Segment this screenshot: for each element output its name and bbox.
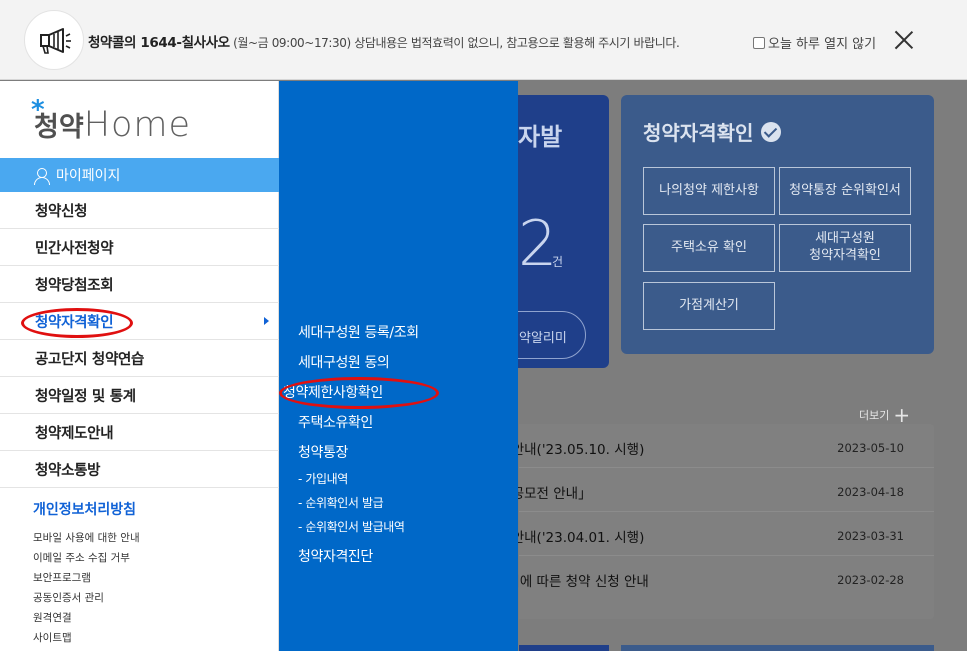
submenu-rank-issue-history[interactable]: - 순위확인서 발급내역	[298, 518, 405, 535]
check-circle-icon	[761, 121, 782, 142]
site-logo[interactable]: 청약Home	[31, 95, 192, 145]
close-icon[interactable]	[894, 30, 914, 50]
submenu-eligibility-diagnosis[interactable]: 청약자격진단	[298, 546, 373, 566]
bottom-card-right	[621, 645, 934, 651]
sidebar-item-private-presale[interactable]: 민간사전청약	[0, 229, 279, 266]
footer-link-security[interactable]: 보안프로그램	[33, 568, 140, 588]
mypage-button[interactable]: 마이페이지	[0, 158, 279, 192]
card1-unit: 건	[552, 255, 564, 269]
notice-phone: 1644-칠사사오	[140, 35, 230, 51]
highlight-ring-restriction	[279, 377, 439, 409]
restriction-check-button[interactable]: 나의청약 제한사항	[643, 167, 775, 215]
score-calculator-button[interactable]: 가점계산기	[643, 282, 775, 330]
main-menu: 청약신청 민간사전청약 청약당첨조회 청약자격확인 공고단지 청약연습 청약일정…	[0, 192, 279, 488]
eligibility-submenu: 세대구성원 등록/조회 세대구성원 동의 청약제한사항확인 주택소유확인 청약통…	[279, 81, 518, 651]
bottom-card-left	[519, 645, 609, 651]
subscription-card: 자발 2 건 약알리미	[488, 95, 609, 368]
news-date: 2023-04-18	[837, 485, 904, 499]
notice-hours: (월~금 09:00~17:30)	[229, 36, 351, 50]
footer-link-mobile[interactable]: 모바일 사용에 대한 안내	[33, 528, 140, 548]
more-link[interactable]: 더보기	[859, 400, 906, 424]
sidebar-item-system-guide[interactable]: 청약제도안내	[0, 414, 279, 451]
logo-english: Home	[83, 105, 192, 145]
footer-link-email[interactable]: 이메일 주소 수집 거부	[33, 548, 140, 568]
sidebar-item-practice[interactable]: 공고단지 청약연습	[0, 340, 279, 377]
eligibility-card: 청약자격확인 나의청약 제한사항 청약통장 순위확인서 주택소유 확인 세대구성…	[621, 95, 934, 354]
sidebar-item-communication[interactable]: 청약소통방	[0, 451, 279, 488]
eligibility-title-text: 청약자격확인	[643, 121, 754, 145]
eligibility-card-title: 청약자격확인	[643, 117, 782, 146]
dont-show-today[interactable]: 오늘 하루 열지 않기	[753, 33, 876, 52]
caret-right-icon	[264, 317, 269, 325]
submenu-household-consent[interactable]: 세대구성원 동의	[298, 352, 390, 372]
footer-links: 모바일 사용에 대한 안내 이메일 주소 수집 거부 보안프로그램 공동인증서 …	[33, 528, 140, 648]
footer-link-remote[interactable]: 원격연결	[33, 608, 140, 628]
sidebar-item-schedule-stats[interactable]: 청약일정 및 통계	[0, 377, 279, 414]
highlight-ring-eligibility	[21, 308, 133, 338]
news-date: 2023-03-31	[837, 529, 904, 543]
notice-prefix: 청약콜의	[88, 35, 141, 51]
notice-suffix: 상담내용은 법적효력이 없으니, 참고용으로 활용해 주시기 바랍니다.	[350, 36, 680, 50]
mypage-label: 마이페이지	[56, 168, 121, 184]
rank-certificate-button[interactable]: 청약통장 순위확인서	[779, 167, 911, 215]
submenu-house-ownership[interactable]: 주택소유확인	[298, 412, 373, 432]
logo-korean: 청약	[31, 95, 84, 144]
person-icon	[34, 168, 50, 185]
alert-button-label: 약알리미	[519, 331, 567, 346]
submenu-rank-issue[interactable]: - 순위확인서 발급	[298, 494, 384, 511]
news-date: 2023-05-10	[837, 441, 904, 455]
sidebar-item-winner-check[interactable]: 청약당첨조회	[0, 266, 279, 303]
dont-show-label: 오늘 하루 열지 않기	[768, 37, 877, 52]
notice-list: 항 안내('23.05.10. 시행) 2023-05-10 링 공모전 안내」 2…	[495, 424, 934, 619]
submenu-household-register[interactable]: 세대구성원 등록/조회	[298, 322, 419, 342]
footer-link-certificate[interactable]: 공동인증서 관리	[33, 588, 140, 608]
card1-title: 자발	[518, 123, 563, 151]
submenu-enrollment-history[interactable]: - 가입내역	[298, 470, 348, 487]
background-page: 자발 2 건 약알리미 청약자격확인 나의청약 제한사항 청약통장 순위확인서 …	[488, 81, 967, 651]
submenu-savings-account[interactable]: 청약통장	[298, 442, 348, 462]
notice-text: 청약콜의 1644-칠사사오 (월~금 09:00~17:30) 상담내용은 법…	[88, 31, 680, 51]
list-item[interactable]: 항 안내('23.04.01. 시행) 2023-03-31	[495, 512, 934, 556]
house-ownership-button[interactable]: 주택소유 확인	[643, 224, 775, 272]
dont-show-checkbox[interactable]	[753, 36, 765, 49]
list-item[interactable]: 폐지에 따른 청약 신청 안내 2023-02-28	[495, 556, 934, 600]
footer-link-sitemap[interactable]: 사이트맵	[33, 628, 140, 648]
news-title: 폐지에 따른 청약 신청 안내	[495, 574, 649, 590]
household-eligibility-button[interactable]: 세대구성원 청약자격확인	[779, 224, 911, 272]
sidebar-item-apply[interactable]: 청약신청	[0, 192, 279, 229]
news-date: 2023-02-28	[837, 573, 904, 587]
list-item[interactable]: 링 공모전 안내」 2023-04-18	[495, 468, 934, 512]
sidebar-menu: 청약Home 마이페이지 청약신청 민간사전청약 청약당첨조회 청약자격확인 공…	[0, 81, 279, 651]
privacy-policy-link[interactable]: 개인정보처리방침	[33, 499, 136, 519]
notice-bar: 청약콜의 1644-칠사사오 (월~금 09:00~17:30) 상담내용은 법…	[0, 0, 967, 80]
list-item[interactable]: 항 안내('23.05.10. 시행) 2023-05-10	[495, 424, 934, 468]
megaphone-icon	[24, 10, 84, 70]
